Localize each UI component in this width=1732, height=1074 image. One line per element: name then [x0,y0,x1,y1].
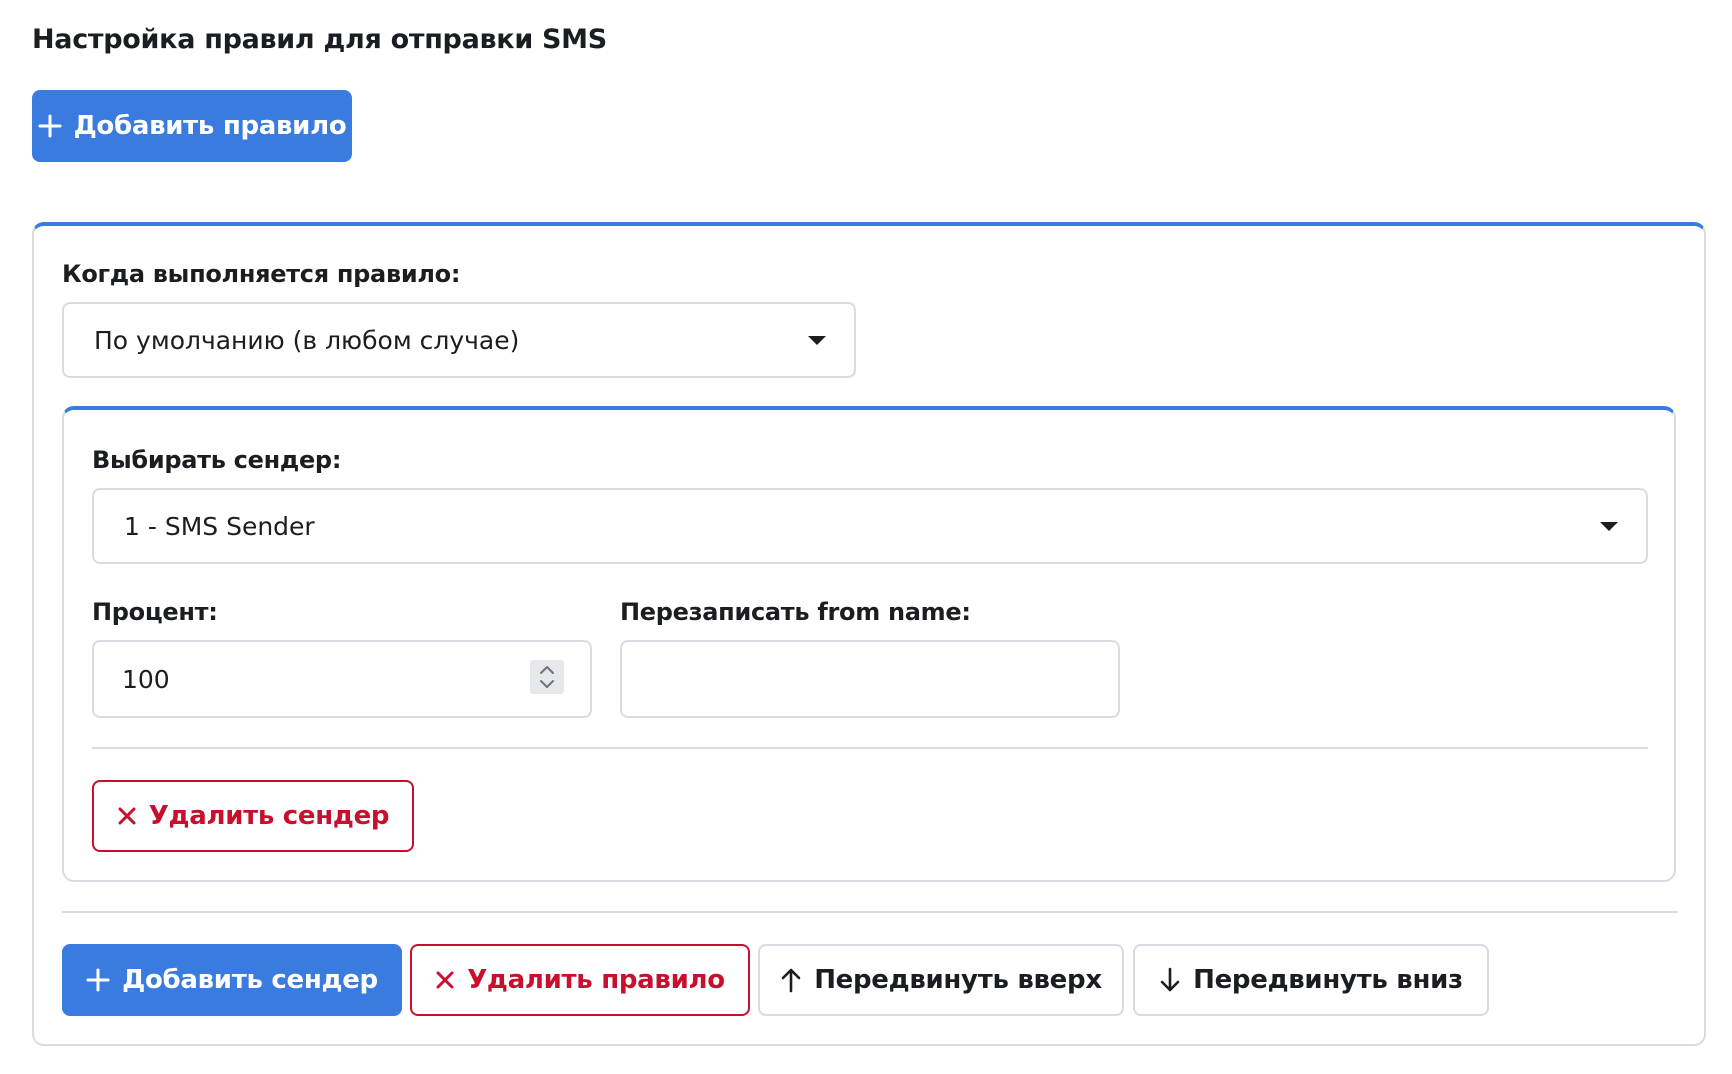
chevron-up-down-icon[interactable] [530,660,564,694]
chevron-down-icon [540,680,554,688]
delete-rule-button[interactable]: Удалить правило [410,944,750,1016]
plus-icon [38,114,62,138]
percent-label: Процент: [92,598,218,626]
close-icon [118,807,136,825]
move-down-label: Передвинуть вниз [1193,965,1463,995]
rule-divider [62,911,1678,913]
delete-sender-label: Удалить сендер [148,801,390,831]
sender-select-value: 1 - SMS Sender [124,511,315,541]
move-up-label: Передвинуть вверх [814,965,1102,995]
rule-condition-value: По умолчанию (в любом случае) [94,325,520,355]
move-down-button[interactable]: Передвинуть вниз [1133,944,1489,1016]
close-icon [436,971,454,989]
from-name-label: Перезаписать from name: [620,598,971,626]
caret-down-icon [808,335,826,345]
rule-condition-label: Когда выполняется правило: [62,260,461,288]
add-rule-button[interactable]: Добавить правило [32,90,352,162]
sender-divider [92,747,1648,749]
page-title: Настройка правил для отправки SMS [32,24,607,55]
delete-sender-button[interactable]: Удалить сендер [92,780,414,852]
add-sender-button[interactable]: Добавить сендер [62,944,402,1016]
delete-rule-label: Удалить правило [467,965,725,995]
add-sender-label: Добавить сендер [122,965,378,995]
caret-down-icon [1600,521,1618,531]
from-name-input[interactable] [620,640,1120,718]
plus-icon [86,968,110,992]
rule-condition-select[interactable]: По умолчанию (в любом случае) [62,302,856,378]
sender-select[interactable]: 1 - SMS Sender [92,488,1648,564]
chevron-up-icon [540,666,554,674]
arrow-down-icon [1160,967,1180,992]
arrow-up-icon [781,968,801,993]
sender-select-label: Выбирать сендер: [92,446,342,474]
add-rule-label: Добавить правило [73,111,347,141]
percent-value: 100 [122,664,170,694]
move-up-button[interactable]: Передвинуть вверх [758,944,1124,1016]
percent-input[interactable]: 100 [92,640,592,718]
